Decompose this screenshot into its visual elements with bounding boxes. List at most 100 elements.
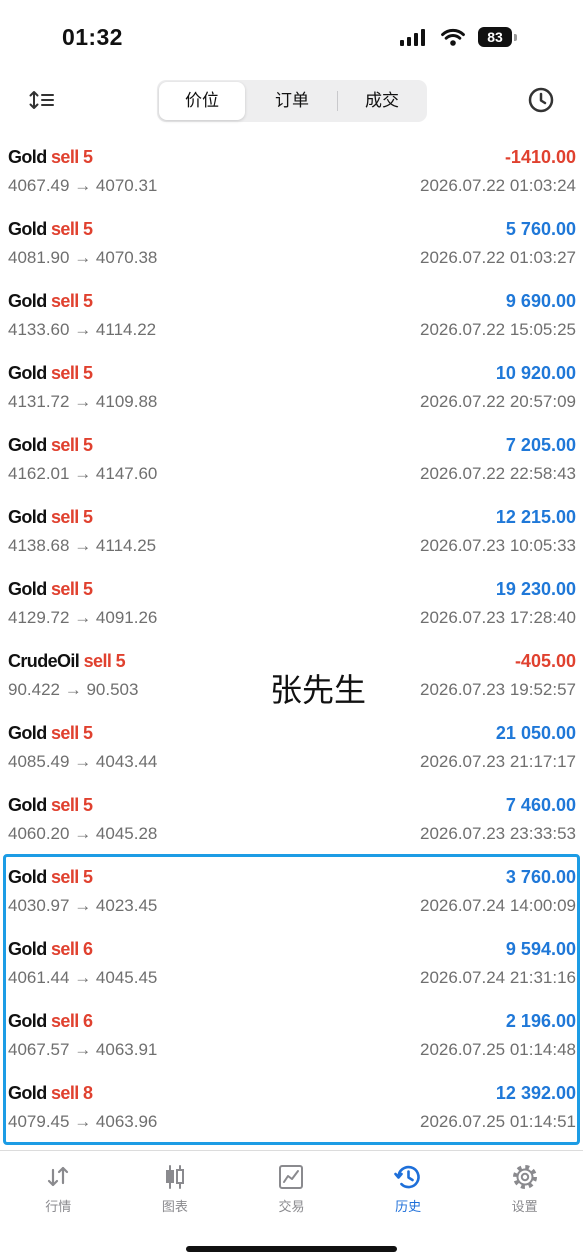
trade-row-bottom-line: 4133.60 → 4114.22 2026.07.22 15:05:25 <box>8 318 576 342</box>
tab-quotes[interactable]: 行情 <box>0 1151 117 1230</box>
trade-prices: 4138.68 → 4114.25 <box>8 536 156 556</box>
trade-profit: 19 230.00 <box>495 578 576 599</box>
trade-row[interactable]: Gold sell 5 7 460.00 4060.20 → 4045.28 2… <box>0 785 583 857</box>
trade-volume: 5 <box>83 794 93 815</box>
trade-title: Gold sell 6 <box>8 938 93 960</box>
trade-prices: 4060.20 → 4045.28 <box>8 824 157 844</box>
trade-volume: 5 <box>115 650 126 671</box>
price-arrow: → <box>74 536 92 555</box>
price-arrow: → <box>74 1112 92 1131</box>
price-arrow: → <box>74 752 92 771</box>
trade-side-volume: sell 5 <box>51 362 93 383</box>
trade-close-time: 2026.07.24 21:31:16 <box>420 968 576 987</box>
segmented-control: 价位 订单 成交 <box>157 80 427 122</box>
trade-side: sell <box>51 578 79 599</box>
trade-row[interactable]: Gold sell 5 10 920.00 4131.72 → 4109.88 … <box>0 353 583 425</box>
tab-history[interactable]: 历史 <box>350 1151 467 1230</box>
close-price: 4063.96 <box>95 1112 158 1131</box>
trade-row[interactable]: Gold sell 5 3 760.00 4030.97 → 4023.45 2… <box>0 857 583 929</box>
tab-chart[interactable]: 图表 <box>117 1151 234 1230</box>
open-price: 4067.57 <box>8 1040 70 1059</box>
sort-icon[interactable] <box>29 90 55 110</box>
tab-trade[interactable]: 交易 <box>233 1151 350 1230</box>
history-icon <box>394 1165 420 1189</box>
trade-row[interactable]: Gold sell 8 12 392.00 4079.45 → 4063.96 … <box>0 1073 583 1145</box>
trade-symbol: Gold <box>8 434 47 455</box>
open-price: 90.422 <box>8 680 60 699</box>
trade-volume: 5 <box>83 290 93 311</box>
trade-row-bottom-line: 4030.97 → 4023.45 2026.07.24 14:00:09 <box>8 894 576 918</box>
signal-icon <box>400 29 425 46</box>
trade-row-bottom-line: 4129.72 → 4091.26 2026.07.23 17:28:40 <box>8 606 576 630</box>
trade-volume: 5 <box>83 506 93 527</box>
trade-row-bottom-line: 4060.20 → 4045.28 2026.07.23 23:33:53 <box>8 822 576 846</box>
open-price: 4060.20 <box>8 824 70 843</box>
home-indicator[interactable] <box>186 1246 397 1252</box>
trade-prices: 4162.01 → 4147.60 <box>8 464 157 484</box>
trade-title: Gold sell 5 <box>8 219 93 240</box>
segment-deals[interactable]: 成交 <box>337 80 427 122</box>
trade-close-time: 2026.07.23 23:33:53 <box>420 824 576 843</box>
trade-title: Gold sell 8 <box>8 1083 93 1104</box>
open-price: 4067.49 <box>8 176 70 195</box>
close-price: 4063.91 <box>95 1040 158 1059</box>
trade-row[interactable]: Gold sell 5 -1410.00 4067.49 → 4070.31 2… <box>0 137 583 209</box>
clock-icon[interactable] <box>528 87 554 113</box>
trade-row[interactable]: Gold sell 5 12 215.00 4138.68 → 4114.25 … <box>0 497 583 569</box>
trade-close-time: 2026.07.23 19:52:57 <box>420 680 576 699</box>
trade-profit: 10 920.00 <box>495 362 576 383</box>
open-price: 4129.72 <box>8 608 70 627</box>
trade-row[interactable]: Gold sell 5 5 760.00 4081.90 → 4070.38 2… <box>0 209 583 281</box>
close-price: 4114.22 <box>95 320 157 339</box>
trade-row-bottom-line: 4131.72 → 4109.88 2026.07.22 20:57:09 <box>8 390 576 414</box>
trade-row[interactable]: Gold sell 6 9 594.00 4061.44 → 4045.45 2… <box>0 929 583 1001</box>
segment-orders[interactable]: 订单 <box>247 80 337 122</box>
watermark-text: 张先生 <box>270 671 367 709</box>
trade-profit: 21 050.00 <box>495 722 576 743</box>
segment-price[interactable]: 价位 <box>157 80 247 122</box>
trade-side-volume: sell 8 <box>51 1083 93 1103</box>
trade-row[interactable]: Gold sell 6 2 196.00 4067.57 → 4063.91 2… <box>0 1001 583 1073</box>
tab-history-label: 历史 <box>395 1200 422 1215</box>
trade-prices: 4067.49 → 4070.31 <box>8 176 157 196</box>
trade-row[interactable]: Gold sell 5 19 230.00 4129.72 → 4091.26 … <box>0 569 583 641</box>
trade-side: sell <box>51 362 79 383</box>
trade-close-time: 2026.07.25 01:14:51 <box>420 1112 576 1131</box>
trade-row[interactable]: Gold sell 5 21 050.00 4085.49 → 4043.44 … <box>0 713 583 785</box>
trade-row-bottom-line: 4067.57 → 4063.91 2026.07.25 01:14:48 <box>8 1038 576 1062</box>
trade-prices: 90.422 → 90.503 <box>8 680 138 700</box>
quotes-arrows-icon <box>48 1166 69 1187</box>
trade-symbol: Gold <box>8 290 47 311</box>
trade-close-time: 2026.07.22 01:03:27 <box>420 248 576 267</box>
trade-close-time: 2026.07.23 10:05:33 <box>420 536 576 555</box>
trade-row[interactable]: Gold sell 5 7 205.00 4162.01 → 4147.60 2… <box>0 425 583 497</box>
trade-volume: 5 <box>83 866 93 887</box>
trade-side-volume: sell 5 <box>51 290 93 311</box>
trade-prices: 4030.97 → 4023.45 <box>8 896 157 916</box>
price-arrow: → <box>74 968 92 987</box>
trade-side: sell <box>51 1010 79 1031</box>
trade-volume: 5 <box>83 434 93 455</box>
close-price: 90.503 <box>86 680 139 699</box>
trade-symbol: Gold <box>8 146 47 167</box>
trade-row-top-line: Gold sell 6 2 196.00 <box>8 1009 576 1033</box>
trade-row[interactable]: Gold sell 5 9 690.00 4133.60 → 4114.22 2… <box>0 281 583 353</box>
trade-side: sell <box>51 938 79 959</box>
trade-row-bottom-line: 4138.68 → 4114.25 2026.07.23 10:05:33 <box>8 534 576 558</box>
trade-symbol: Gold <box>8 362 47 383</box>
trade-side-volume: sell 5 <box>51 866 93 887</box>
trade-title: Gold sell 5 <box>8 506 93 528</box>
price-arrow: → <box>74 608 92 627</box>
trade-prices: 4085.49 → 4043.44 <box>8 752 157 772</box>
trade-symbol: Gold <box>8 722 47 743</box>
trade-side-volume: sell 5 <box>51 147 93 167</box>
trade-title: Gold sell 5 <box>8 722 93 744</box>
trade-side: sell <box>51 434 79 455</box>
open-price: 4081.90 <box>8 248 70 267</box>
trade-title: Gold sell 5 <box>8 290 93 312</box>
tab-settings[interactable]: 设置 <box>466 1151 583 1230</box>
trade-close-time: 2026.07.22 20:57:09 <box>420 392 576 411</box>
trade-prices: 4129.72 → 4091.26 <box>8 608 157 628</box>
chart-candlestick-icon <box>165 1165 184 1189</box>
close-price: 4043.44 <box>95 752 158 771</box>
